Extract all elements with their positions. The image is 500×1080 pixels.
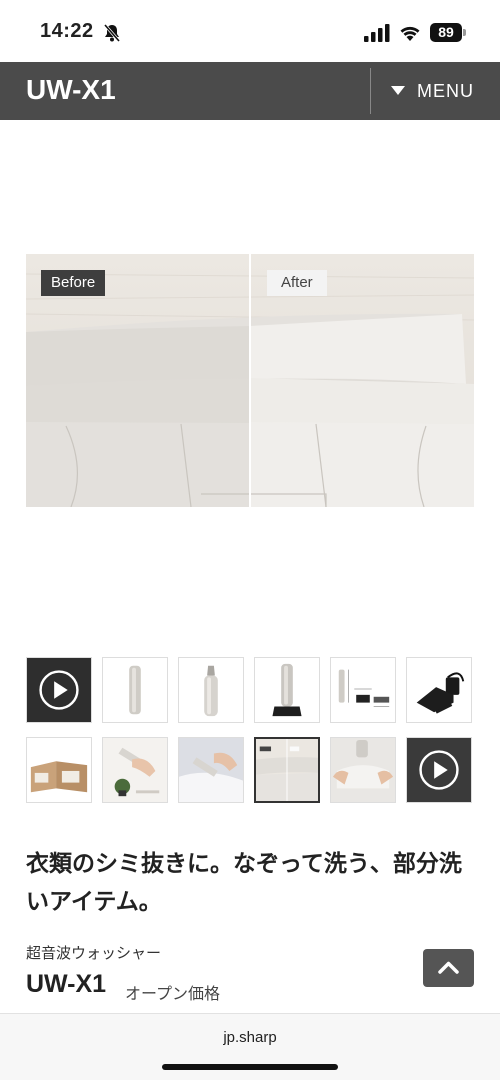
product-model: UW-X1	[26, 970, 107, 998]
chevron-up-icon	[438, 961, 459, 974]
home-indicator[interactable]	[162, 1064, 338, 1070]
package-image	[30, 761, 88, 793]
play-icon	[407, 738, 471, 802]
product-category: 超音波ウォッシャー	[26, 944, 162, 962]
before-after-thumb-image	[256, 739, 318, 801]
scroll-to-top-button[interactable]	[423, 949, 474, 987]
product-price: オープン価格	[125, 984, 221, 1003]
product-stand-thumbnail[interactable]	[254, 657, 320, 723]
package-thumbnail[interactable]	[26, 737, 92, 803]
url-text[interactable]: jp.sharp	[0, 1029, 500, 1046]
menu-button[interactable]: MENU	[371, 62, 500, 120]
usage-hand-thumbnail[interactable]	[102, 737, 168, 803]
play-icon	[27, 658, 91, 722]
dimensions-image	[338, 669, 390, 707]
before-label: Before	[41, 270, 106, 296]
wifi-icon	[400, 26, 420, 41]
product-angle-thumbnail[interactable]	[178, 657, 244, 723]
site-logo[interactable]: UW-X1	[26, 74, 116, 106]
bell-muted-icon	[103, 24, 121, 42]
battery-level: 89	[430, 23, 462, 42]
usage-shirt-thumbnail[interactable]	[178, 737, 244, 803]
cleaning-demo-image	[331, 738, 395, 802]
site-header: UW-X1 MENU	[0, 62, 500, 120]
charger-thumbnail[interactable]	[406, 657, 472, 723]
video-thumbnail-2[interactable]	[406, 737, 472, 803]
status-bar: 14:22 89	[0, 0, 500, 62]
triangle-down-icon	[391, 86, 405, 95]
main-product-image[interactable]: Before After	[26, 254, 474, 507]
product-front-image	[129, 665, 141, 715]
status-time: 14:22	[40, 20, 94, 42]
product-front-thumbnail[interactable]	[102, 657, 168, 723]
battery-cap	[463, 29, 466, 36]
browser-address-bar: jp.sharp	[0, 1013, 500, 1080]
signal-icon	[364, 24, 390, 42]
cleaning-demo-thumbnail[interactable]	[330, 737, 396, 803]
product-stand-image	[272, 663, 302, 717]
video-thumbnail[interactable]	[26, 657, 92, 723]
product-headline: 衣類のシミ抜きに。なぞって洗う、部分洗いアイテム。	[26, 851, 462, 915]
charger-image	[416, 672, 465, 714]
after-label: After	[267, 270, 327, 296]
before-after-thumbnail[interactable]	[254, 737, 320, 803]
menu-label: MENU	[417, 81, 474, 101]
usage-shirt-image	[179, 738, 243, 802]
dimensions-thumbnail[interactable]	[330, 657, 396, 723]
battery-icon: 89	[430, 23, 466, 42]
usage-hand-image	[103, 738, 167, 802]
product-angle-image	[204, 665, 218, 717]
